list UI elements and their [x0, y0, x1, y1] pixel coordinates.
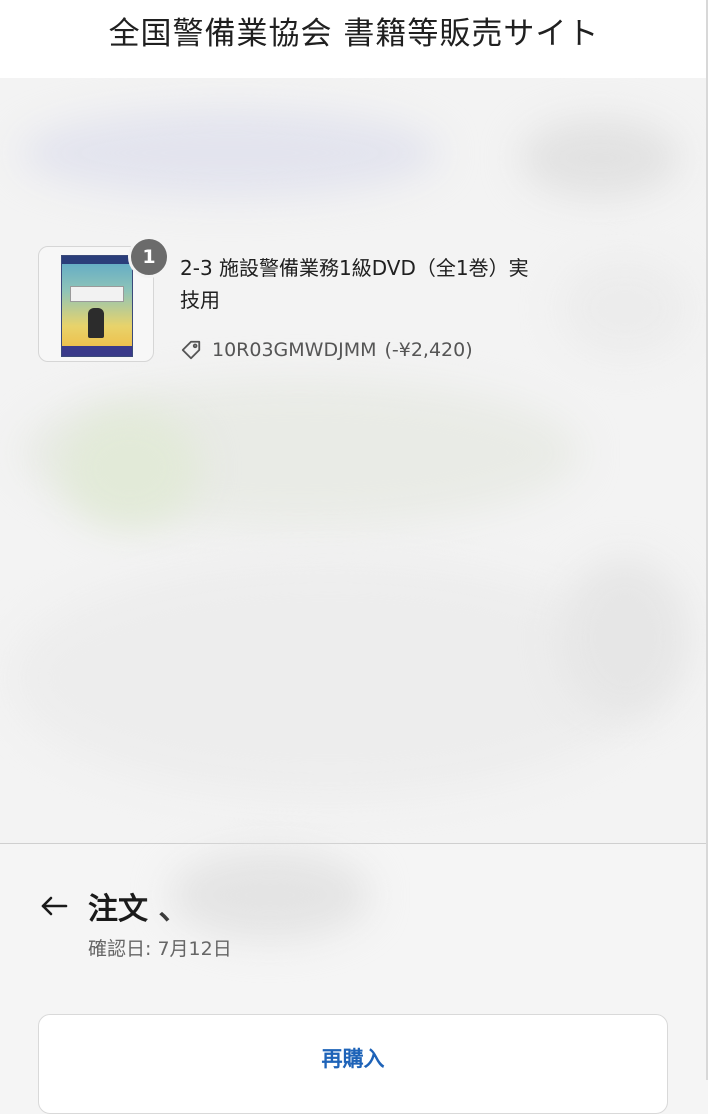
redaction-blur [60, 408, 200, 528]
rebuy-button[interactable]: 再購入 [38, 1014, 668, 1114]
order-title-text: 注文 [88, 892, 148, 927]
site-header: 全国警備業協会 書籍等販売サイト [0, 0, 708, 78]
redaction-blur [10, 558, 650, 798]
arrow-left-icon[interactable] [38, 890, 70, 922]
redaction-blur [560, 558, 690, 718]
discount-row: 10R03GMWDJMM (-¥2,420) [180, 336, 473, 364]
dvd-cover-image [61, 255, 133, 357]
section-divider [0, 843, 706, 844]
order-summary-panel [0, 78, 706, 844]
redaction-blur [520, 118, 680, 198]
product-name: 2-3 施設警備業務1級DVD（全1巻）実技用 [180, 256, 529, 312]
site-title: 全国警備業協会 書籍等販売サイト [108, 16, 600, 52]
rebuy-button-label: 再購入 [321, 1047, 385, 1071]
quantity-badge: 1 [128, 236, 170, 278]
tag-icon [181, 340, 201, 360]
redaction-blur [560, 258, 690, 358]
discount-amount: (-¥2,420) [384, 339, 473, 361]
confirm-date: 確認日: 7月12日 [88, 938, 232, 960]
discount-code: 10R03GMWDJMM [212, 339, 377, 361]
redaction-blur [170, 850, 370, 940]
redaction-blur [20, 108, 440, 198]
